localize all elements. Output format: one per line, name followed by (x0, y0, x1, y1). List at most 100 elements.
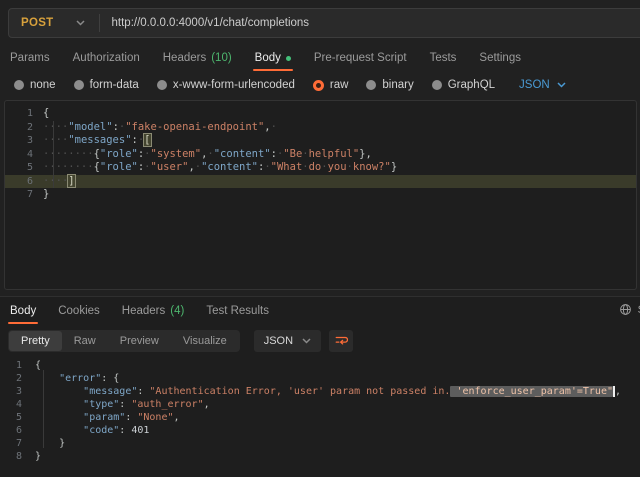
code-text: { (43, 107, 49, 121)
tab-label: Cookies (58, 305, 100, 317)
tab-label: Params (10, 52, 50, 64)
radio-unselected-icon (432, 80, 442, 90)
tab-label: Tests (430, 52, 457, 64)
line-number: 4 (5, 148, 33, 162)
body-type-x-www-form-urlencoded[interactable]: x-www-form-urlencoded (157, 79, 295, 91)
line-number: 8 (0, 450, 22, 463)
code-line[interactable]: 2 "error": { (0, 372, 640, 385)
view-mode-visualize[interactable]: Visualize (171, 331, 239, 351)
response-toolbar: PrettyRawPreviewVisualize JSON (8, 330, 640, 352)
line-number: 6 (5, 175, 33, 189)
line-number: 5 (5, 161, 33, 175)
code-line[interactable]: 3 "message": "Authentication Error, 'use… (0, 385, 640, 398)
tab-label: Body (255, 52, 281, 64)
code-text: "error": { (35, 372, 119, 385)
tab-settings[interactable]: Settings (479, 52, 521, 64)
request-body-editor[interactable]: 1{2 ····"model":·"fake-openai-endpoint",·… (4, 100, 637, 290)
radio-unselected-icon (157, 80, 167, 90)
tab-tests[interactable]: Tests (430, 52, 457, 64)
code-line[interactable]: 2 ····"model":·"fake-openai-endpoint",· (5, 121, 636, 135)
tab-body[interactable]: Body (255, 52, 291, 64)
request-url-bar: POST (8, 8, 640, 38)
chevron-down-icon (76, 20, 85, 26)
tab-count: (10) (211, 52, 231, 64)
tab-cookies[interactable]: Cookies (58, 305, 100, 317)
response-tabs: Body Cookies Headers(4) Test Results S (0, 297, 640, 324)
tab-authorization[interactable]: Authorization (73, 52, 140, 64)
view-mode-preview[interactable]: Preview (108, 331, 171, 351)
code-text: "code": 401 (35, 424, 149, 437)
code-text: "param": "None", (35, 411, 180, 424)
body-type-none[interactable]: none (14, 79, 56, 91)
tab-headers[interactable]: Headers(10) (163, 52, 232, 64)
radio-unselected-icon (74, 80, 84, 90)
code-line[interactable]: 4 ········{"role":·"system",·"content":·"… (5, 148, 636, 162)
line-number: 1 (0, 359, 22, 372)
radio-unselected-icon (366, 80, 376, 90)
response-language-label: JSON (264, 335, 293, 347)
body-type-label: GraphQL (448, 79, 495, 91)
tab-count: (4) (170, 305, 184, 317)
code-line[interactable]: 5 "param": "None", (0, 411, 640, 424)
code-line[interactable]: 3····"messages":·[ (5, 134, 636, 148)
code-text: ····"model":·"fake-openai-endpoint",· (43, 121, 277, 135)
line-number: 4 (0, 398, 22, 411)
tab-body[interactable]: Body (10, 305, 36, 317)
globe-icon[interactable] (619, 303, 632, 316)
body-type-graphql[interactable]: GraphQL (432, 79, 495, 91)
code-text: } (43, 188, 49, 202)
tab-label: Body (10, 305, 36, 317)
request-language-selector[interactable]: JSON (519, 79, 566, 91)
code-line[interactable]: 4 "type": "auth_error", (0, 398, 640, 411)
code-line[interactable]: 6 "code": 401 (0, 424, 640, 437)
code-line[interactable]: 1{ (5, 107, 636, 121)
body-type-label: binary (382, 79, 413, 91)
code-text: ····] (43, 175, 75, 189)
body-type-binary[interactable]: binary (366, 79, 413, 91)
response-code: 1{2 "error": {3 "message": "Authenticati… (0, 359, 640, 463)
url-input[interactable] (100, 17, 640, 29)
method-selector[interactable]: POST (9, 9, 99, 37)
line-number: 7 (5, 188, 33, 202)
body-type-form-data[interactable]: form-data (74, 79, 139, 91)
response-section: Body Cookies Headers(4) Test Results S Pret… (0, 296, 640, 477)
radio-selected-icon (313, 80, 324, 91)
code-line[interactable]: 7 } (0, 437, 640, 450)
code-text: ········{"role":·"user",·"content":·"Wha… (43, 161, 397, 175)
body-type-label: none (30, 79, 56, 91)
code-line[interactable]: 1{ (0, 359, 640, 372)
tab-label: Settings (479, 52, 521, 64)
line-number: 2 (5, 121, 33, 135)
code-line[interactable]: 8} (0, 450, 640, 463)
body-type-row: none form-data x-www-form-urlencoded raw bin… (14, 73, 640, 97)
body-type-raw[interactable]: raw (313, 79, 349, 91)
tab-params[interactable]: Params (10, 52, 50, 64)
code-text: } (35, 450, 41, 463)
tab-headers[interactable]: Headers(4) (122, 305, 185, 317)
method-label: POST (21, 17, 54, 29)
code-line[interactable]: 6 ····] (5, 175, 636, 189)
code-text: "message": "Authentication Error, 'user'… (35, 385, 621, 398)
view-mode-raw[interactable]: Raw (62, 331, 108, 351)
response-header-right: S (619, 303, 640, 316)
modified-dot (286, 56, 291, 61)
wrap-line-button[interactable] (329, 330, 353, 352)
code-text: ········{"role":·"system",·"content":·"B… (43, 148, 372, 162)
view-mode-group: PrettyRawPreviewVisualize (8, 330, 240, 352)
view-mode-pretty[interactable]: Pretty (9, 331, 62, 351)
tab-label: Authorization (73, 52, 140, 64)
line-number: 5 (0, 411, 22, 424)
code-line[interactable]: 7} (5, 188, 636, 202)
tab-pre-request-script[interactable]: Pre-request Script (314, 52, 407, 64)
chevron-down-icon (302, 338, 311, 344)
line-number: 2 (0, 372, 22, 385)
response-language-selector[interactable]: JSON (254, 330, 321, 352)
code-text: } (35, 437, 65, 450)
request-code: 1{2 ····"model":·"fake-openai-endpoint",·… (5, 107, 636, 202)
code-line[interactable]: 5 ········{"role":·"user",·"content":·"Wh… (5, 161, 636, 175)
body-type-label: raw (330, 79, 349, 91)
tab-test-results[interactable]: Test Results (206, 305, 269, 317)
body-type-label: x-www-form-urlencoded (173, 79, 295, 91)
tab-label: Test Results (206, 305, 269, 317)
request-tabs: Params Authorization Headers(10) Body Pre-re… (10, 46, 640, 70)
